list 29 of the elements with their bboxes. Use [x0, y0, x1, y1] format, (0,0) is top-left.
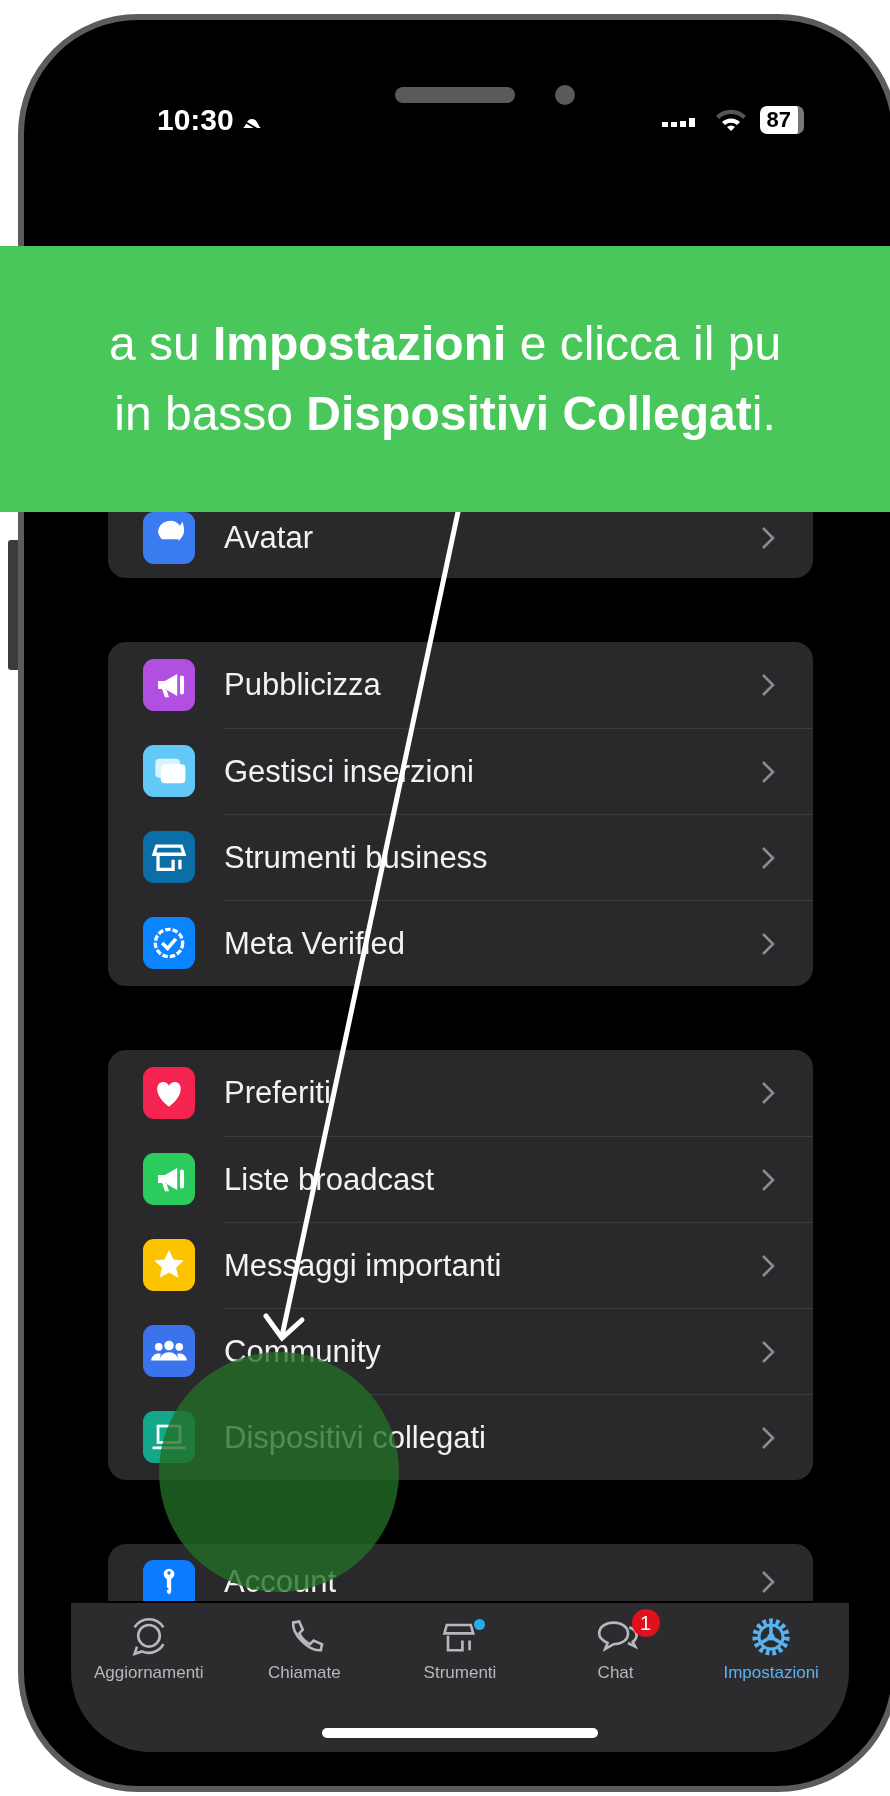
chevron-icon	[761, 1339, 775, 1364]
settings-row[interactable]: Avatar	[108, 512, 813, 578]
chevron-icon	[761, 1253, 775, 1278]
chevron-icon	[761, 1081, 775, 1105]
settings-row[interactable]: Pubblicizza	[108, 642, 813, 728]
tab-item[interactable]: Chat 1	[537, 1609, 694, 1687]
row-label: Community	[224, 1333, 382, 1370]
chevron-icon	[761, 759, 775, 784]
chevron-icon	[761, 845, 775, 870]
instruction-text: a su Impostazioni e clicca il pu in basso Dispositivi Collegati.	[108, 316, 782, 442]
tab-item[interactable]: Chiamate	[226, 1609, 383, 1687]
chevron-icon	[761, 673, 775, 697]
chevron-icon	[761, 1425, 775, 1450]
row-label: Account	[224, 1564, 337, 1600]
row-label: Pubblicizza	[224, 667, 382, 703]
chevron-icon	[761, 1167, 775, 1192]
unread-badge: 1	[631, 1609, 660, 1637]
tab-item[interactable]: Aggiornamenti	[71, 1609, 227, 1687]
row-label: Avatar	[224, 520, 315, 556]
tab-item[interactable]: Strumenti	[382, 1609, 538, 1687]
chevron-icon	[761, 1570, 775, 1594]
settings-row[interactable]: Preferiti	[108, 1050, 813, 1136]
chevron-icon	[761, 526, 775, 550]
row-label: Preferiti	[224, 1075, 332, 1111]
battery-indicator: 87	[759, 106, 804, 134]
chevron-icon	[761, 931, 775, 956]
status-time: 10:30	[157, 103, 234, 137]
tab-item[interactable]: Impostazioni	[693, 1609, 849, 1687]
camera-dot	[555, 85, 575, 105]
